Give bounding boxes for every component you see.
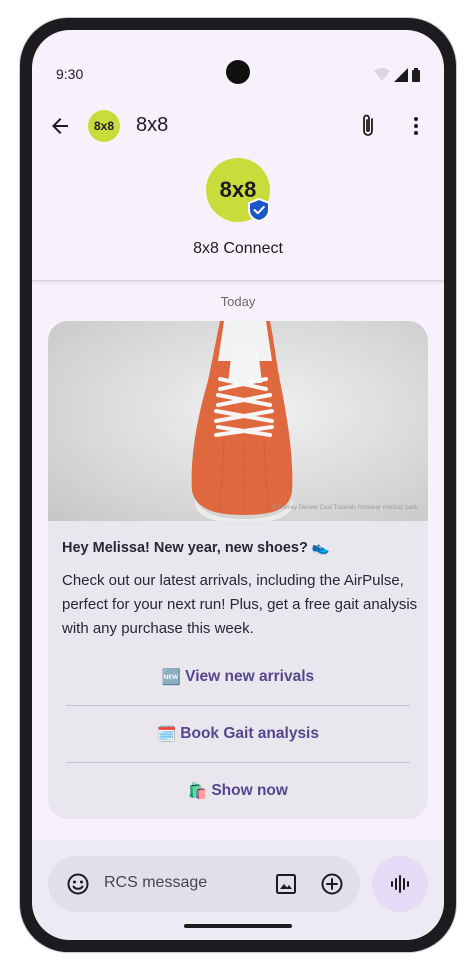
book-gait-analysis-button[interactable]: 🗓️ Book Gait analysis [66,706,410,762]
action-label: Show now [211,782,288,799]
new-icon: 🆕 [161,668,182,686]
message-placeholder: RCS message [104,874,208,891]
paperclip-icon[interactable] [356,112,380,140]
app-bar: 8x8 8x8 [32,100,444,152]
home-indicator[interactable] [184,924,292,928]
battery-icon [412,68,420,82]
status-icons [374,68,420,82]
wifi-icon [374,68,390,81]
image-icon[interactable] [274,872,298,896]
avatar[interactable]: 8x8 [88,110,120,142]
shopping-bags-icon: 🛍️ [188,782,208,800]
shoe-image [191,321,294,523]
voice-icon [391,875,409,893]
screen: 9:30 8x8 8x8 8x8 8x8 Connect Today © Dor… [32,30,444,940]
calendar-icon: 🗓️ [156,725,177,743]
show-now-button[interactable]: 🛍️ Show now [66,763,410,819]
action-label: View new arrivals [185,668,315,685]
voice-button[interactable] [372,856,428,912]
profile-name: 8x8 Connect [193,240,283,257]
date-divider: Today [220,294,256,309]
card-heading: Hey Melissa! New year, new shoes? 👟 [62,540,330,556]
camera-cutout [226,60,250,84]
conversation-title[interactable]: 8x8 [136,114,168,137]
view-new-arrivals-button[interactable]: 🆕 View new arrivals [66,649,410,705]
back-arrow-icon[interactable] [48,114,72,138]
action-label: Book Gait analysis [180,725,319,742]
business-profile: 8x8 8x8 Connect [32,154,444,281]
card-image[interactable]: © Dorsey Denver Cost Tutorials footwear … [48,321,428,523]
phone-frame: 9:30 8x8 8x8 8x8 8x8 Connect Today © Dor… [20,18,456,952]
add-circle-icon[interactable] [320,872,344,896]
more-vert-icon[interactable] [404,114,428,138]
status-time: 9:30 [56,66,84,82]
verified-badge-icon [248,198,270,222]
image-credit: © Dorsey Denver Cost Tutorials footwear … [271,505,418,511]
signal-icon [394,68,408,82]
card-body: Check out our latest arrivals, including… [62,572,418,637]
message-input[interactable]: RCS message [48,856,360,912]
rich-card[interactable]: © Dorsey Denver Cost Tutorials footwear … [48,321,428,819]
emoji-icon[interactable] [66,872,90,896]
status-bar: 9:30 [32,30,444,90]
